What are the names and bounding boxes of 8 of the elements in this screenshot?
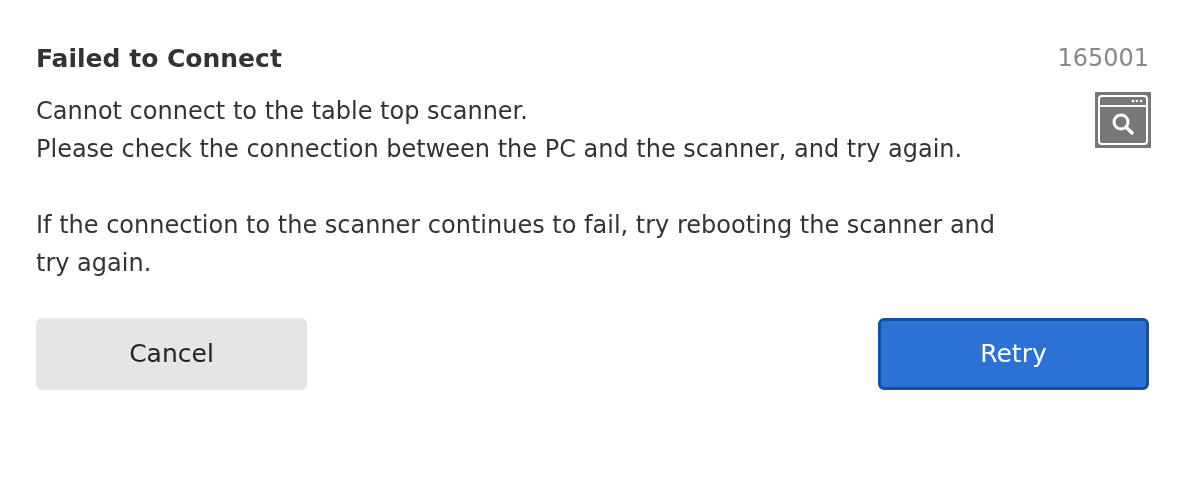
message-text: Cannot connect to the table top scanner. — [36, 95, 529, 127]
message-text: Please check the connection between the PC and the scanner, and try again. — [36, 133, 964, 165]
search-window-icon[interactable] — [1095, 91, 1151, 148]
cancel-button[interactable]: Cancel — [36, 317, 307, 390]
retry-button[interactable]: Retry — [878, 317, 1149, 390]
dialog-title: Failed to Connect — [36, 43, 282, 75]
error-code: 165001 — [1057, 43, 1149, 74]
message-text: If the connection to the scanner continues to fail, try rebooting the scanner and try again. — [36, 209, 996, 279]
